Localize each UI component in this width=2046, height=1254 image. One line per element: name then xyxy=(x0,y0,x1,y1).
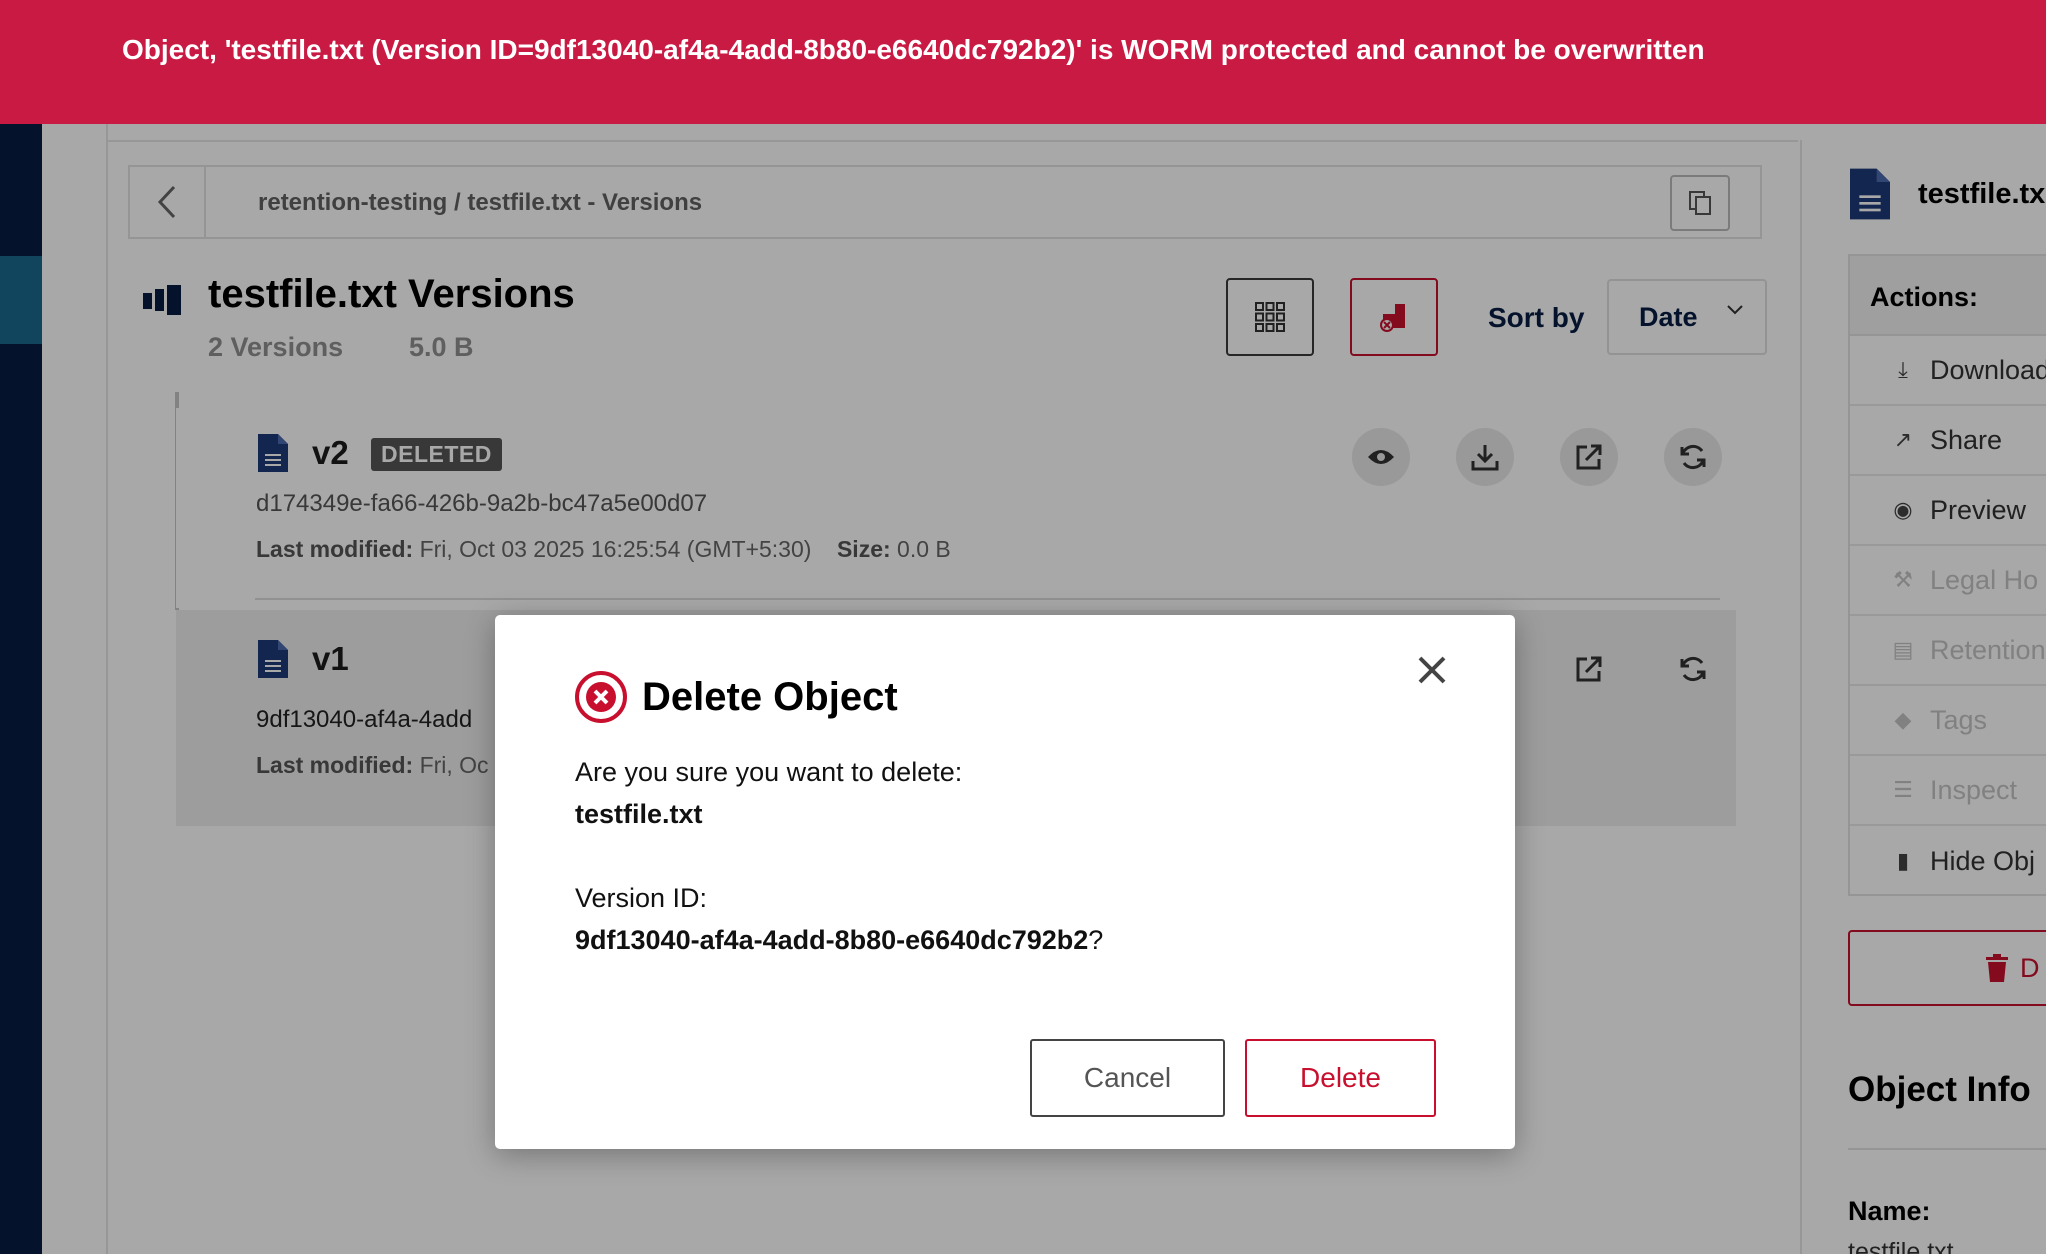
error-banner: Object, 'testfile.txt (Version ID=9df130… xyxy=(0,0,2046,124)
dialog-question: Are you sure you want to delete: xyxy=(575,757,963,787)
dialog-version-id: 9df13040-af4a-4add-8b80-e6640dc792b2 xyxy=(575,925,1089,955)
dialog-title: Delete Object xyxy=(642,675,898,719)
error-message: Object, 'testfile.txt (Version ID=9df130… xyxy=(122,34,1705,65)
dialog-question-mark: ? xyxy=(1088,925,1104,955)
dialog-object-name: testfile.txt xyxy=(575,799,703,829)
error-circle-icon xyxy=(575,671,627,723)
close-button[interactable] xyxy=(1411,649,1453,691)
confirm-delete-button[interactable]: Delete xyxy=(1245,1039,1436,1117)
close-icon xyxy=(1418,656,1446,684)
dialog-body: Are you sure you want to delete: testfil… xyxy=(575,751,1103,961)
delete-object-dialog: Delete Object Are you sure you want to d… xyxy=(495,615,1515,1149)
dialog-version-label: Version ID: xyxy=(575,883,708,913)
cancel-button[interactable]: Cancel xyxy=(1030,1039,1225,1117)
